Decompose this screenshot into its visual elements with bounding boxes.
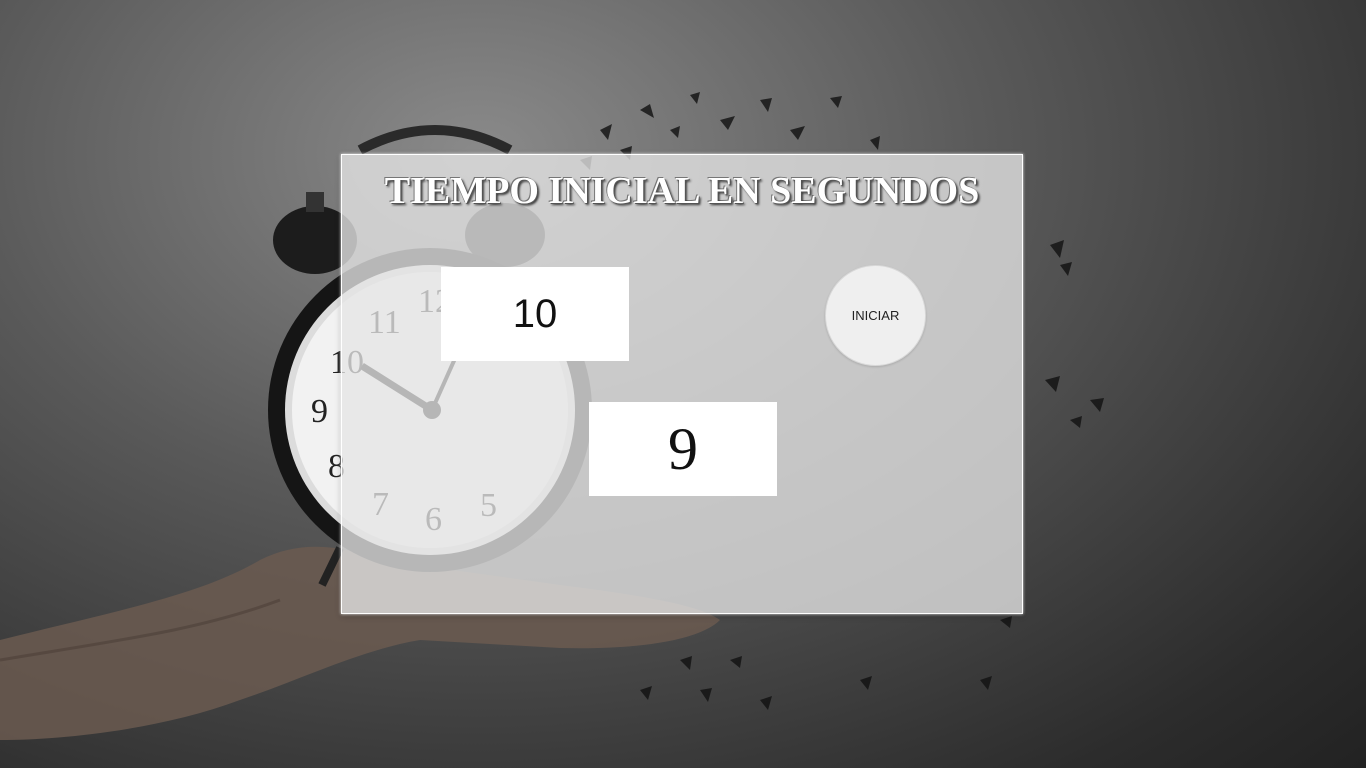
start-button[interactable]: INICIAR	[825, 265, 926, 366]
countdown-display: 9	[589, 402, 777, 496]
initial-seconds-input[interactable]	[441, 267, 629, 361]
page-title: TIEMPO INICIAL EN SEGUNDOS	[384, 170, 980, 212]
clock-numeral: 9	[311, 393, 328, 430]
timer-panel: TIEMPO INICIAL EN SEGUNDOS INICIAR 9	[341, 154, 1023, 614]
